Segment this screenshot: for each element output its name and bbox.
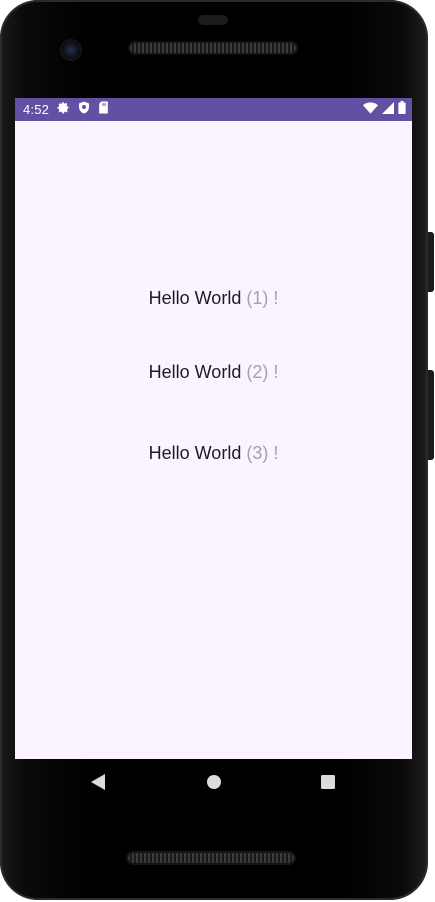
back-icon[interactable] xyxy=(90,773,106,796)
hello-count: (3) xyxy=(246,443,269,463)
signal-icon xyxy=(382,101,394,119)
status-time: 4:52 xyxy=(23,102,50,117)
main-content: Hello World (1) ! Hello World (2) ! Hell… xyxy=(15,121,412,759)
wifi-icon xyxy=(363,101,378,119)
navigation-bar xyxy=(15,759,412,807)
hello-suffix: ! xyxy=(273,443,279,463)
hello-count: (2) xyxy=(246,362,269,382)
app-screen: 4:52 Hello World (1) ! Hello World (2) !… xyxy=(15,98,412,759)
bottom-speaker-grille xyxy=(128,853,294,863)
status-bar: 4:52 xyxy=(15,98,412,121)
hello-text-3: Hello World (3) ! xyxy=(15,443,412,464)
shield-icon xyxy=(78,101,90,119)
hello-text-1: Hello World (1) ! xyxy=(15,288,412,309)
battery-icon xyxy=(398,100,406,119)
home-icon[interactable] xyxy=(205,773,223,796)
recents-icon[interactable] xyxy=(320,773,336,796)
hello-suffix: ! xyxy=(273,288,279,308)
hello-text-2: Hello World (2) ! xyxy=(15,362,412,383)
volume-button[interactable] xyxy=(428,370,434,460)
hello-label: Hello World xyxy=(148,362,242,382)
front-camera xyxy=(62,41,80,59)
earpiece-slot xyxy=(198,15,228,25)
settings-icon xyxy=(57,101,70,119)
hello-count: (1) xyxy=(246,288,269,308)
hello-suffix: ! xyxy=(273,362,279,382)
hello-label: Hello World xyxy=(148,443,242,463)
power-button[interactable] xyxy=(428,232,434,292)
hello-label: Hello World xyxy=(148,288,242,308)
sd-card-icon xyxy=(98,101,109,119)
top-speaker-grille xyxy=(130,43,296,53)
